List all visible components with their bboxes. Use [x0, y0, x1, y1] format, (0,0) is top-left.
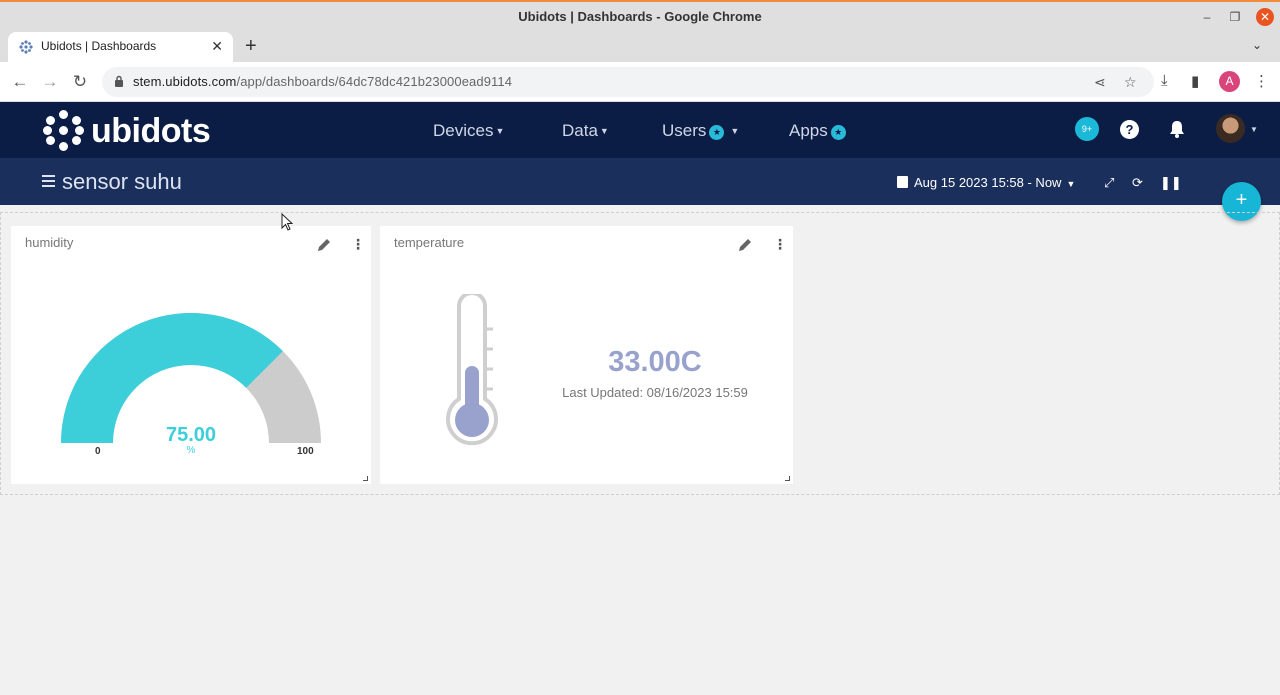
- resize-handle[interactable]: [363, 476, 368, 481]
- gauge-max-label: 100: [297, 446, 314, 457]
- gauge-min-label: 0: [95, 446, 101, 457]
- chrome-menu-icon[interactable]: ⋮: [1254, 72, 1269, 90]
- url-path: /app/dashboards/64dc78dc421b23000ead9114: [236, 74, 513, 89]
- dashboard-title[interactable]: sensor suhu: [62, 169, 182, 195]
- caret-down-icon: ▼: [495, 126, 505, 136]
- temperature-value: 33.00C: [608, 346, 702, 378]
- gauge-unit: %: [186, 445, 196, 456]
- tab-search-chevron-icon[interactable]: ⌄: [1252, 38, 1262, 52]
- maximize-button[interactable]: ❐: [1226, 8, 1244, 26]
- browser-toolbar: ← → ↻ stem.ubidots.com/app/dashboards/64…: [0, 62, 1280, 102]
- nav-data-label: Data: [562, 121, 598, 140]
- nav-users-label: Users: [662, 121, 707, 140]
- nav-data[interactable]: Data ▼: [562, 121, 609, 141]
- url-text: stem.ubidots.com/app/dashboards/64dc78dc…: [133, 74, 512, 89]
- help-icon[interactable]: ?: [1120, 120, 1139, 139]
- gauge-value: 75.00: [165, 424, 217, 446]
- dashboard-toolbar: sensor suhu Aug 15 2023 15:58 - Now ▼ ⤢ ⟳…: [0, 158, 1280, 205]
- caret-down-icon: ▼: [1066, 179, 1076, 189]
- refresh-icon[interactable]: ⟳: [1132, 175, 1143, 191]
- calendar-icon: [897, 176, 908, 188]
- resize-handle[interactable]: [785, 476, 790, 481]
- window-title: Ubidots | Dashboards - Google Chrome: [518, 9, 762, 24]
- avatar-caret-down-icon[interactable]: ▼: [1250, 125, 1258, 134]
- forward-button[interactable]: →: [39, 71, 61, 93]
- date-range-picker[interactable]: Aug 15 2023 15:58 - Now ▼: [897, 175, 1075, 190]
- share-icon[interactable]: ⋖: [1094, 74, 1106, 91]
- logo-dots-icon: [43, 110, 85, 152]
- widget-title: temperature: [394, 235, 465, 250]
- browser-tab[interactable]: Ubidots | Dashboards ✕: [8, 32, 233, 62]
- pause-icon[interactable]: ❚❚: [1160, 175, 1182, 191]
- minimize-button[interactable]: –: [1198, 8, 1216, 26]
- temperature-widget: temperature ⋮ 33.00C Last Updated: 08/16…: [380, 226, 793, 484]
- more-options-icon[interactable]: ⋮: [773, 237, 787, 251]
- fullscreen-icon[interactable]: ⤢: [1104, 175, 1114, 191]
- tab-strip: Ubidots | Dashboards ✕ + ⌄: [0, 32, 1280, 62]
- nav-users[interactable]: Users ★ ▼: [662, 121, 739, 141]
- bell-icon[interactable]: [1167, 119, 1187, 139]
- window-titlebar: Ubidots | Dashboards - Google Chrome – ❐…: [0, 0, 1280, 32]
- notifications-count-badge[interactable]: 9+: [1075, 117, 1099, 141]
- new-tab-button[interactable]: +: [245, 36, 257, 56]
- pencil-edit-icon[interactable]: [737, 237, 753, 253]
- nav-apps-label: Apps: [789, 121, 828, 140]
- tab-close-icon[interactable]: ✕: [211, 38, 223, 55]
- tab-title: Ubidots | Dashboards: [41, 39, 157, 53]
- side-panel-icon[interactable]: ▮: [1191, 72, 1199, 90]
- nav-apps[interactable]: Apps ★: [789, 121, 846, 141]
- close-window-button[interactable]: ✕: [1256, 8, 1274, 26]
- star-badge-icon: ★: [709, 125, 725, 140]
- date-range-label: Aug 15 2023 15:58 - Now: [914, 175, 1062, 190]
- bookmark-star-icon[interactable]: ☆: [1124, 74, 1137, 91]
- hamburger-menu-icon[interactable]: [42, 175, 55, 187]
- last-updated-text: Last Updated: 08/16/2023 15:59: [562, 385, 748, 400]
- nav-devices[interactable]: Devices ▼: [433, 121, 504, 141]
- user-avatar[interactable]: [1216, 114, 1245, 143]
- address-bar[interactable]: stem.ubidots.com/app/dashboards/64dc78dc…: [102, 67, 1154, 97]
- back-button[interactable]: ←: [9, 71, 31, 93]
- caret-down-icon: ▼: [730, 126, 740, 136]
- reload-button[interactable]: ↻: [69, 71, 91, 93]
- download-icon[interactable]: ⤓: [1161, 72, 1168, 89]
- thermometer-icon: [446, 294, 498, 446]
- humidity-widget: humidity ⋮ 75.00 % 0 100: [11, 226, 371, 484]
- nav-devices-label: Devices: [433, 121, 494, 140]
- ubidots-logo[interactable]: ubidots: [43, 110, 211, 152]
- logo-text: ubidots: [91, 111, 211, 150]
- lock-icon: [115, 75, 123, 87]
- url-host: stem.ubidots.com: [133, 74, 237, 89]
- ubidots-favicon-icon: [19, 40, 33, 54]
- profile-avatar[interactable]: A: [1219, 71, 1240, 92]
- star-badge-icon: ★: [830, 125, 846, 140]
- caret-down-icon: ▼: [599, 126, 609, 136]
- mouse-cursor-icon: [281, 213, 293, 231]
